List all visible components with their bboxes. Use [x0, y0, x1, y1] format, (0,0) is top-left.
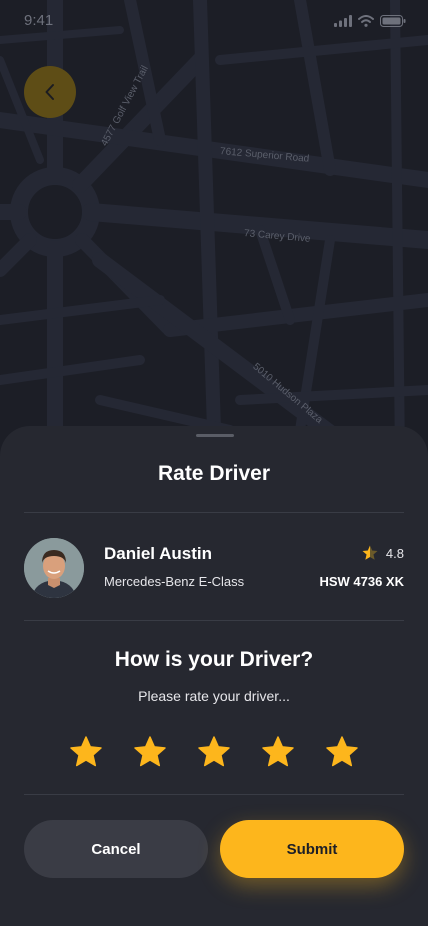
divider: [24, 512, 404, 513]
rating-question: How is your Driver?: [114, 648, 314, 671]
status-icons: [334, 15, 406, 27]
star-rating-input[interactable]: [68, 734, 360, 770]
star-icon-4[interactable]: [260, 734, 296, 770]
battery-icon: [380, 15, 406, 27]
star-icon-1[interactable]: [68, 734, 104, 770]
star-icon-2[interactable]: [132, 734, 168, 770]
driver-name: Daniel Austin: [104, 544, 212, 563]
rating-subtext: Please rate your driver...: [138, 688, 290, 704]
star-icon-5[interactable]: [324, 734, 360, 770]
sheet-title: Rate Driver: [157, 462, 271, 485]
license-plate: HSW 4736 XK: [319, 574, 404, 589]
signal-icon: [334, 15, 352, 27]
divider: [24, 794, 404, 795]
driver-rating: 4.8: [361, 544, 404, 562]
cancel-button[interactable]: Cancel: [24, 820, 208, 878]
submit-button[interactable]: Submit: [220, 820, 404, 878]
wifi-icon: [358, 15, 374, 27]
status-bar: 9:41: [0, 0, 428, 44]
rate-driver-sheet: Rate Driver Daniel Austin Mercedes-Benz …: [0, 426, 428, 926]
half-star-icon: [362, 545, 378, 560]
chevron-left-icon: [45, 84, 54, 100]
map-roads: [0, 0, 428, 460]
sheet-grabber[interactable]: [196, 434, 234, 437]
status-time: 9:41: [24, 12, 54, 29]
rating-value: 4.8: [385, 545, 404, 561]
driver-photo: [24, 538, 84, 598]
divider: [24, 620, 404, 621]
map-view[interactable]: 4577 Golf View Trail 7612 Superior Road …: [0, 0, 428, 460]
avatar: [24, 538, 84, 598]
star-icon-3[interactable]: [196, 734, 232, 770]
car-model: Mercedes-Benz E-Class: [104, 574, 245, 589]
back-button[interactable]: [24, 66, 76, 118]
